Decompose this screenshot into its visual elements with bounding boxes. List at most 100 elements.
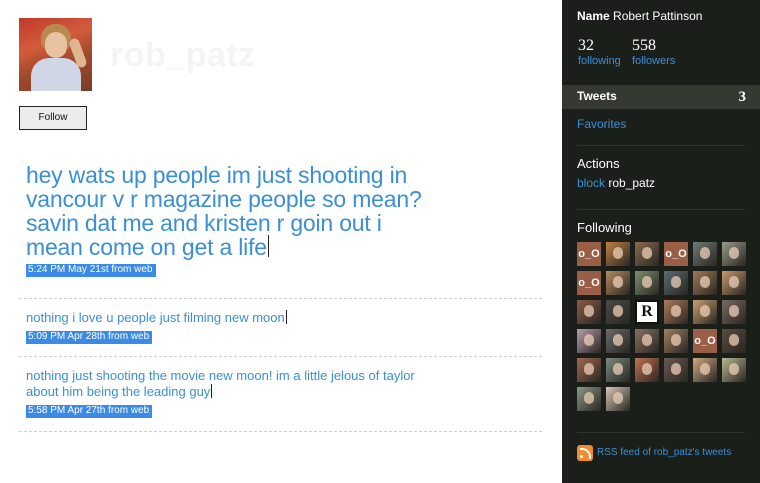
- following-avatar[interactable]: [664, 271, 688, 295]
- following-avatar[interactable]: [722, 358, 746, 382]
- avatar-face: [671, 276, 681, 288]
- favorites-link[interactable]: Favorites: [577, 117, 626, 131]
- avatar-face: [584, 334, 594, 346]
- avatar-face: [671, 363, 681, 375]
- followers-count: 558: [632, 37, 656, 54]
- following-avatar[interactable]: [635, 329, 659, 353]
- avatar-face: [700, 247, 710, 259]
- followers-label[interactable]: followers: [632, 54, 675, 68]
- avatar-face: [729, 247, 739, 259]
- following-avatar[interactable]: [606, 387, 630, 411]
- sidebar-divider: [577, 209, 745, 210]
- followers-stat[interactable]: 558 followers: [632, 38, 675, 68]
- main-column: rob_patz Follow hey wats up people im ju…: [0, 0, 562, 483]
- following-avatar[interactable]: [722, 300, 746, 324]
- following-avatar[interactable]: [606, 358, 630, 382]
- following-avatar[interactable]: [635, 358, 659, 382]
- tweet-divider: [19, 431, 542, 432]
- avatar-face: [613, 305, 623, 317]
- following-avatar[interactable]: o_O: [577, 271, 601, 295]
- avatar-face: [729, 363, 739, 375]
- following-avatar[interactable]: [606, 242, 630, 266]
- following-avatar[interactable]: [577, 358, 601, 382]
- avatar-face: [700, 276, 710, 288]
- following-avatar[interactable]: [577, 300, 601, 324]
- avatar-face: [642, 247, 652, 259]
- tweet-timestamp[interactable]: 5:09 PM Apr 28th from web: [26, 331, 153, 344]
- following-avatar[interactable]: [635, 271, 659, 295]
- avatar-face: [671, 305, 681, 317]
- tweet-text: nothing i love u people just filming new…: [26, 310, 287, 325]
- following-stat[interactable]: 32 following: [578, 38, 621, 68]
- tweet-text: hey wats up people im just shooting in v…: [26, 162, 422, 260]
- tweet-timestamp[interactable]: 5:58 PM Apr 27th from web: [26, 405, 153, 418]
- tweets-tab-label: Tweets: [577, 89, 617, 103]
- avatar-face: [729, 305, 739, 317]
- tweet-item: hey wats up people im just shooting in v…: [19, 163, 542, 277]
- profile-screen-name: rob_patz: [110, 36, 256, 74]
- tweet-divider: [19, 298, 542, 299]
- avatar-face: [584, 363, 594, 375]
- avatar-face: [613, 334, 623, 346]
- following-avatar[interactable]: [693, 242, 717, 266]
- following-avatar[interactable]: [693, 271, 717, 295]
- avatar-face: [613, 276, 623, 288]
- tweet-text: nothing just shooting the movie new moon…: [26, 368, 415, 399]
- avatar-face: [671, 334, 681, 346]
- following-avatar[interactable]: [606, 271, 630, 295]
- avatar-face: [642, 363, 652, 375]
- follow-button[interactable]: Follow: [19, 106, 87, 130]
- text-caret: [267, 235, 269, 257]
- following-avatar[interactable]: [722, 242, 746, 266]
- avatar-face: [642, 334, 652, 346]
- tweet-timestamp[interactable]: 5:24 PM May 21st from web: [26, 264, 156, 277]
- avatar-face: [584, 392, 594, 404]
- avatar-face: [613, 363, 623, 375]
- avatar-face: [613, 392, 623, 404]
- sidebar-divider: [577, 145, 745, 146]
- rss-feed-label[interactable]: RSS feed of rob_patz's tweets: [597, 447, 731, 458]
- block-link[interactable]: block: [577, 176, 605, 190]
- tweet-item: nothing just shooting the movie new moon…: [19, 368, 542, 418]
- avatar-shirt: [31, 58, 81, 91]
- following-count: 32: [578, 37, 594, 54]
- sidebar-name: Name Robert Pattinson: [577, 9, 703, 23]
- following-avatar[interactable]: o_O: [693, 329, 717, 353]
- text-caret: [211, 384, 213, 398]
- text-caret: [285, 310, 287, 324]
- profile-avatar[interactable]: [19, 18, 92, 91]
- profile-sidebar: Name Robert Pattinson 32 following 558 f…: [562, 0, 760, 483]
- avatar-face: [45, 32, 67, 58]
- following-avatar[interactable]: o_O: [664, 242, 688, 266]
- following-title: Following: [577, 220, 632, 235]
- actions-title: Actions: [577, 156, 620, 171]
- following-avatar[interactable]: [722, 271, 746, 295]
- following-avatar[interactable]: [577, 387, 601, 411]
- tweet-divider: [19, 356, 542, 357]
- following-avatar[interactable]: [664, 358, 688, 382]
- following-avatar[interactable]: [722, 329, 746, 353]
- following-label[interactable]: following: [578, 54, 621, 68]
- avatar-face: [729, 334, 739, 346]
- avatar-face: [642, 276, 652, 288]
- following-avatar[interactable]: R: [635, 300, 659, 324]
- following-avatar[interactable]: o_O: [577, 242, 601, 266]
- following-avatar[interactable]: [664, 300, 688, 324]
- tweets-count: 3: [738, 89, 747, 105]
- avatar-face: [584, 305, 594, 317]
- tweets-tab[interactable]: Tweets 3: [562, 85, 760, 109]
- following-avatar[interactable]: [577, 329, 601, 353]
- rss-icon: [577, 445, 593, 461]
- following-avatar[interactable]: [606, 300, 630, 324]
- following-avatar[interactable]: [606, 329, 630, 353]
- block-target: rob_patz: [608, 176, 656, 190]
- actions-block: block rob_patz: [577, 176, 655, 190]
- avatar-face: [700, 363, 710, 375]
- following-avatar[interactable]: [693, 300, 717, 324]
- following-avatar[interactable]: [693, 358, 717, 382]
- tweet-item: nothing i love u people just filming new…: [19, 310, 542, 344]
- avatar-face: [613, 247, 623, 259]
- following-avatar[interactable]: [664, 329, 688, 353]
- following-avatar[interactable]: [635, 242, 659, 266]
- avatar-face: [729, 276, 739, 288]
